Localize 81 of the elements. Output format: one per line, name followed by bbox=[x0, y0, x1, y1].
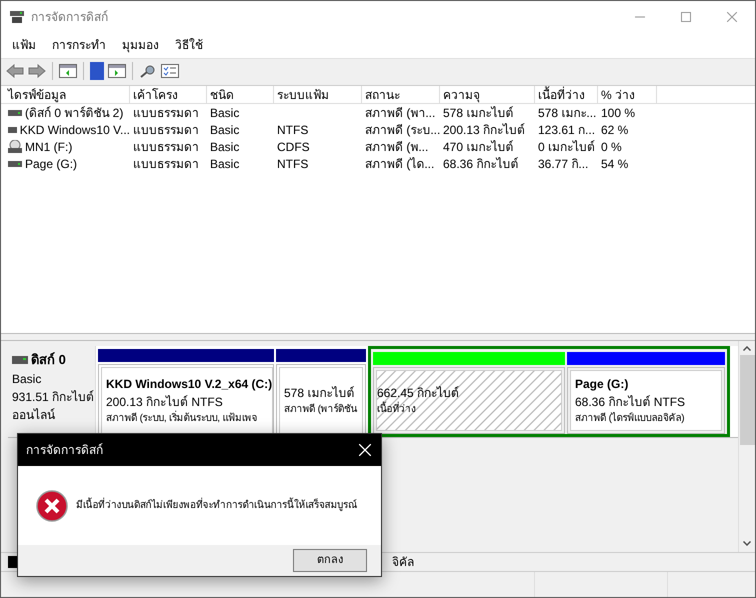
table-cell-text: สภาพดี (ระบ... bbox=[365, 122, 440, 138]
table-cell-text: แบบธรรมดา bbox=[133, 156, 199, 172]
legend-label: จิคัล bbox=[392, 554, 414, 571]
table-cell-text: Basic bbox=[210, 104, 240, 122]
partition-area[interactable]: Page (G:) 68.36 กิกะไบต์ NTFS สภาพดี (ไดรฟ์แบบลอจิคัล) bbox=[570, 370, 722, 431]
table-cell-text: 470 เมกะไบต์ bbox=[443, 138, 514, 156]
ok-button[interactable]: ตกลง bbox=[293, 549, 367, 572]
table-cell-text: แบบธรรมดา bbox=[133, 138, 199, 156]
partition-status: เนื้อที่ว่าง bbox=[377, 402, 561, 417]
partition-title: Page (G:) bbox=[575, 376, 630, 393]
table-cell-text: NTFS bbox=[277, 122, 308, 138]
table-cell-text: 578 เมกะ... bbox=[538, 104, 596, 122]
column-header[interactable]: % ว่าง bbox=[598, 86, 657, 103]
menu-item[interactable]: มุมมอง bbox=[114, 36, 167, 54]
drive-icon bbox=[8, 160, 22, 166]
panel-icon[interactable] bbox=[59, 64, 77, 78]
free-space-area[interactable]: 662.45 กิกะไบต์ เนื้อที่ว่าง bbox=[376, 370, 562, 431]
partition-title: KKD Windows10 V.2_x64 (C:) bbox=[106, 376, 272, 393]
maximize-icon[interactable] bbox=[681, 12, 691, 22]
table-cell-text: 200.13 กิกะไบต์ bbox=[443, 122, 526, 138]
table-cell-text: 54 % bbox=[601, 156, 628, 172]
table-cell-text: สภาพดี (พ... bbox=[365, 138, 428, 156]
scrollbar[interactable] bbox=[738, 341, 755, 552]
table-cell-text: สภาพดี (ได... bbox=[365, 156, 434, 172]
table-cell-text: Page (G:) bbox=[25, 156, 78, 172]
partition-status: สภาพดี (พาร์ติชัน bbox=[284, 402, 359, 417]
table-cell-text: Basic bbox=[210, 122, 240, 138]
table-cell-text: (ดิสก์ 0 พาร์ติชัน 2) bbox=[25, 104, 124, 122]
forward-arrow-icon[interactable] bbox=[28, 64, 46, 78]
checklist-icon[interactable] bbox=[161, 64, 179, 78]
table-cell-text: 0 % bbox=[601, 138, 622, 156]
partition-size: 578 เมกะไบต์ bbox=[284, 385, 356, 402]
disk-management-icon bbox=[9, 8, 25, 24]
disk-name: ดิสก์ 0 bbox=[31, 351, 66, 369]
table-cell-text: สภาพดี (พา... bbox=[365, 104, 436, 122]
partition-status: สภาพดี (ระบบ, เริ่มต้นระบบ, แฟ้มเพจ bbox=[106, 411, 272, 426]
table-cell-text: Basic bbox=[210, 138, 240, 156]
column-header[interactable]: เนื้อที่ว่าง bbox=[535, 86, 598, 103]
partition-status: สภาพดี (ไดรฟ์แบบลอจิคัล) bbox=[575, 411, 686, 426]
column-header[interactable]: ความจุ bbox=[440, 86, 535, 103]
table-cell-text: MN1 (F:) bbox=[25, 138, 72, 156]
partition-area[interactable]: 578 เมกะไบต์ สภาพดี (พาร์ติชัน bbox=[279, 367, 363, 434]
column-header[interactable]: ไดรฟ์ข้อมูล bbox=[5, 86, 130, 103]
table-cell-text: 578 เมกะไบต์ bbox=[443, 104, 514, 122]
table-cell-text: Basic bbox=[210, 156, 240, 172]
table-cell-text: NTFS bbox=[277, 156, 308, 172]
drive-icon bbox=[8, 110, 22, 116]
menu-item[interactable]: แฟ้ม bbox=[4, 36, 44, 54]
dialog-title: การจัดการดิสก์ bbox=[26, 442, 103, 459]
cd-drive-icon bbox=[8, 140, 22, 153]
table-cell-text: แบบธรรมดา bbox=[133, 104, 199, 122]
table-cell-text: 123.61 ก... bbox=[538, 122, 596, 138]
table-cell-text: 100 % bbox=[601, 104, 636, 122]
table-cell-text: CDFS bbox=[277, 138, 310, 156]
table-cell-text: 68.36 กิกะไบต์ bbox=[443, 156, 518, 172]
panel-icon[interactable] bbox=[108, 64, 126, 78]
table-cell-text: 0 เมกะไบต์ bbox=[538, 138, 596, 156]
column-header[interactable]: เค้าโครง bbox=[130, 86, 207, 103]
disk-type: Basic bbox=[12, 370, 42, 388]
partition-size: 200.13 กิกะไบต์ NTFS bbox=[106, 394, 224, 410]
table-cell-text: 36.77 กิ... bbox=[538, 156, 588, 172]
drive-icon bbox=[8, 126, 17, 132]
error-icon bbox=[36, 490, 68, 522]
back-arrow-icon[interactable] bbox=[6, 64, 24, 78]
partition-size: 662.45 กิกะไบต์ bbox=[377, 385, 460, 402]
menu-item[interactable]: การกระทำ bbox=[44, 36, 114, 54]
table-cell-text: 62 % bbox=[601, 122, 628, 138]
window-title: การจัดการดิสก์ bbox=[31, 8, 108, 26]
menu-item[interactable]: วิธีใช้ bbox=[167, 36, 211, 54]
error-message: มีเนื้อที่ว่างบนดิสก์ไม่เพียงพอที่จะทำการดำเนินการนี้ให้เสร็จสมบูรณ์ bbox=[76, 498, 357, 513]
table-cell-text: KKD Windows10 V... bbox=[20, 122, 130, 138]
scroll-up-icon[interactable] bbox=[743, 346, 751, 351]
column-header[interactable]: ชนิด bbox=[207, 86, 274, 103]
disk-size: 931.51 กิกะไบต์ bbox=[12, 388, 95, 406]
table-cell-text: แบบธรรมดา bbox=[133, 122, 199, 138]
partition-size: 68.36 กิกะไบต์ NTFS bbox=[575, 394, 686, 411]
disk-status: ออนไลน์ bbox=[12, 406, 56, 424]
scroll-down-icon[interactable] bbox=[743, 541, 751, 546]
partition-area[interactable]: KKD Windows10 V.2_x64 (C:) 200.13 กิกะไบต์ NTFS สภาพดี (ระบบ, เริ่มต้นระบบ, แฟ้มเพจ bbox=[101, 367, 274, 434]
column-header[interactable]: สถานะ bbox=[362, 86, 440, 103]
column-header[interactable]: ระบบแฟ้ม bbox=[274, 86, 362, 103]
